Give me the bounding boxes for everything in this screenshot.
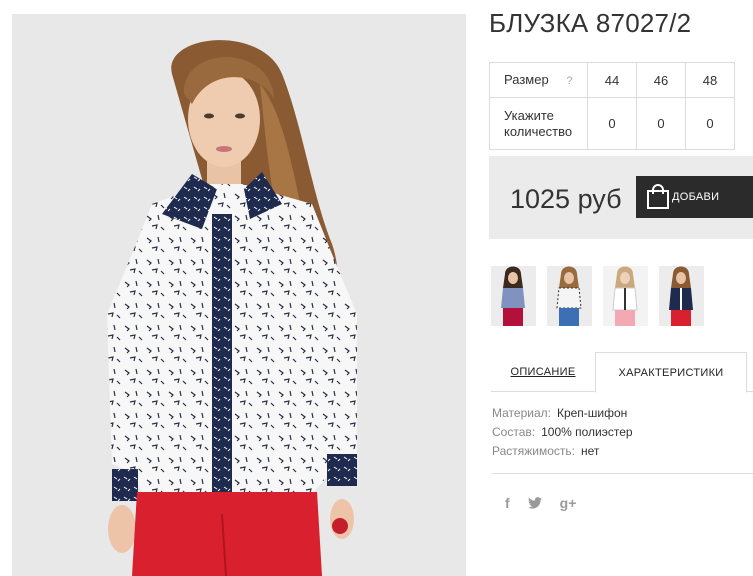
- spec-stretch-value: нет: [581, 444, 600, 458]
- product-tabs: ОПИСАНИЕ ХАРАКТЕРИСТИКИ: [491, 352, 753, 393]
- divider: [492, 473, 753, 474]
- quantity-44-input[interactable]: 0: [587, 97, 637, 150]
- quantity-row: Укажите количество 0 0 0: [489, 97, 735, 150]
- product-title: БЛУЗКА 87027/2: [489, 8, 692, 38]
- quantity-label-line1: Укажите: [504, 107, 554, 123]
- size-help-icon[interactable]: ?: [566, 75, 572, 87]
- social-share: f g+: [505, 495, 576, 511]
- spec-material-value: Креп-шифон: [556, 406, 628, 420]
- size-row: Размер ? 44 46 48: [489, 62, 735, 98]
- spec-material: Материал: Креп-шифон: [492, 406, 633, 425]
- thumbnail-3[interactable]: [603, 266, 648, 326]
- spec-composition: Состав: 100% полиэстер: [492, 425, 633, 444]
- product-main-image[interactable]: [12, 14, 466, 576]
- model-illustration: [12, 14, 466, 576]
- facebook-icon[interactable]: f: [505, 495, 510, 511]
- add-to-cart-button[interactable]: ДОБАВИ: [636, 176, 753, 218]
- specifications-list: Материал: Креп-шифон Состав: 100% полиэсте…: [492, 406, 633, 463]
- quantity-48-input[interactable]: 0: [685, 97, 735, 150]
- thumbnail-4[interactable]: [659, 266, 704, 326]
- add-to-cart-label: ДОБАВИ: [672, 191, 720, 203]
- shopping-bag-icon: [647, 184, 669, 209]
- spec-stretch-key: Растяжимость:: [492, 444, 576, 458]
- spec-material-key: Материал:: [492, 406, 551, 420]
- spec-composition-key: Состав:: [492, 425, 536, 439]
- thumbnail-gallery: [491, 266, 704, 326]
- thumbnail-1[interactable]: [491, 266, 536, 326]
- spec-stretch: Растяжимость: нет: [492, 444, 633, 463]
- tab-characteristics[interactable]: ХАРАКТЕРИСТИКИ: [595, 352, 747, 393]
- quantity-46-input[interactable]: 0: [636, 97, 686, 150]
- tab-description[interactable]: ОПИСАНИЕ: [491, 352, 595, 392]
- quantity-label-cell: Укажите количество: [489, 97, 588, 150]
- size-48: 48: [685, 62, 735, 98]
- price-box: 1025 руб ДОБАВИ: [489, 156, 753, 239]
- quantity-label-line2: количество: [504, 123, 573, 139]
- twitter-icon[interactable]: [527, 497, 542, 509]
- size-46: 46: [636, 62, 686, 98]
- size-label-cell: Размер ?: [489, 62, 588, 98]
- size-quantity-table: Размер ? 44 46 48 Укажите количество 0 0…: [489, 62, 735, 150]
- price: 1025 руб: [510, 184, 622, 214]
- size-label: Размер: [504, 71, 549, 87]
- google-plus-icon[interactable]: g+: [560, 495, 577, 511]
- spec-composition-value: 100% полиэстер: [541, 425, 633, 439]
- thumbnail-2[interactable]: [547, 266, 592, 326]
- size-44: 44: [587, 62, 637, 98]
